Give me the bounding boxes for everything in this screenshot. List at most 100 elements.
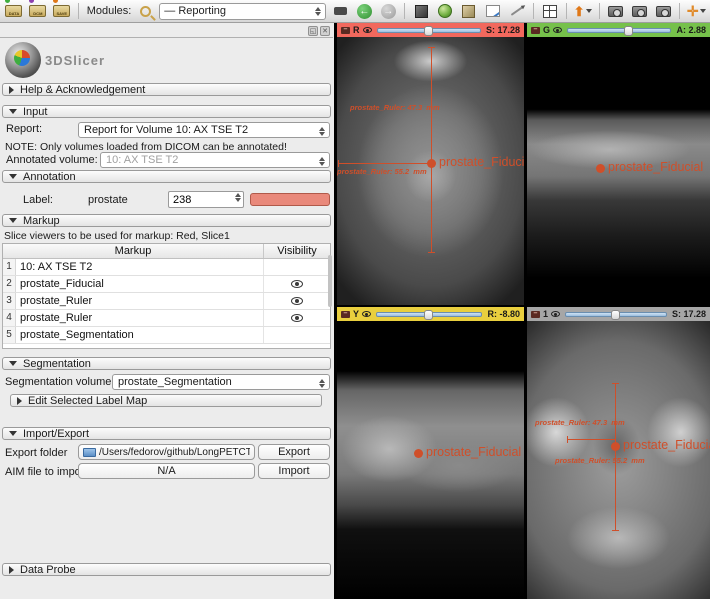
red-slice-image[interactable]: prostate_Ruler: 47.3 mm prostate_Ruler: …	[337, 37, 524, 305]
section-data-probe[interactable]: Data Probe	[2, 563, 331, 576]
annotated-volume-combobox[interactable]: 10: AX TSE T2	[100, 152, 330, 168]
screenshot-capture-icon[interactable]: ⬆	[573, 2, 593, 20]
section-annotation[interactable]: Annotation	[2, 170, 331, 183]
viewer-menu-icon[interactable]: –	[531, 310, 540, 318]
fiducial-point[interactable]	[427, 159, 436, 168]
toolbar-separator	[679, 3, 681, 19]
viewer-menu-icon[interactable]: –	[341, 26, 350, 34]
yellow-slice-image[interactable]: prostate_Fiducial	[337, 321, 524, 599]
table-row[interactable]: 4 prostate_Ruler	[3, 310, 330, 327]
label-label: Label:	[23, 194, 53, 206]
viewer-visibility-eye-icon[interactable]	[362, 27, 372, 33]
viewer-visibility-eye-icon[interactable]	[553, 27, 563, 33]
table-row[interactable]: 5 prostate_Segmentation	[3, 327, 330, 344]
slice-slider-handle[interactable]	[424, 309, 434, 320]
module-panel: ◱ ✕ 3DSlicer Help & Acknowledgement Inpu…	[0, 23, 333, 599]
section-help-acknowledgement[interactable]: Help & Acknowledgement	[2, 83, 331, 96]
chart-icon[interactable]	[483, 2, 503, 20]
slice-offset-readout: S: 17.28	[671, 309, 706, 319]
viewer-visibility-eye-icon[interactable]	[362, 311, 372, 317]
section-import-export[interactable]: Import/Export	[2, 427, 331, 440]
viewer-visibility-eye-icon[interactable]	[551, 311, 561, 317]
slice-slider[interactable]	[376, 309, 483, 320]
fiducial-point[interactable]	[611, 442, 620, 451]
fiducial-point[interactable]	[414, 449, 423, 458]
section-segmentation[interactable]: Segmentation	[2, 357, 331, 370]
module-search-icon[interactable]	[135, 2, 155, 20]
ruler-line-horizontal[interactable]	[338, 160, 431, 167]
slice-slider-handle[interactable]	[423, 25, 433, 36]
label-number-spinbox[interactable]: 238	[168, 191, 244, 208]
export-button[interactable]: Export	[258, 444, 330, 460]
slice-slider-handle[interactable]	[624, 25, 634, 36]
section-input[interactable]: Input	[2, 105, 331, 118]
main-toolbar: DATA DCM SAVE Modules: — Reporting ← → ⬆…	[0, 0, 710, 23]
edit-label-map-button[interactable]: Edit Selected Label Map	[10, 394, 322, 407]
yellow-viewer-bar: – Y R: -8.80	[337, 307, 524, 321]
import-button[interactable]: Import	[258, 463, 330, 479]
visibility-eye-icon[interactable]	[291, 280, 303, 288]
combo-arrows-icon	[318, 377, 326, 389]
slice-offset-readout: R: -8.80	[487, 309, 520, 319]
volumes-cube-icon[interactable]	[459, 2, 479, 20]
slice-slider[interactable]	[567, 25, 672, 36]
table-row[interactable]: 1 10: AX TSE T2	[3, 259, 330, 276]
collapsed-arrow-icon	[9, 565, 14, 574]
visibility-eye-icon[interactable]	[291, 314, 303, 322]
green-slice-image[interactable]: prostate_Fiducial	[527, 37, 710, 305]
close-panel-icon[interactable]: ✕	[320, 26, 330, 36]
collapsed-arrow-icon	[9, 85, 14, 94]
scene-view-restore-icon[interactable]	[653, 2, 673, 20]
expanded-arrow-icon	[9, 109, 17, 114]
fiducial-point[interactable]	[596, 164, 605, 173]
forward-icon[interactable]: →	[378, 2, 398, 20]
table-row[interactable]: 2 prostate_Fiducial	[3, 276, 330, 293]
viewer-menu-icon[interactable]: –	[531, 26, 540, 34]
slicer-logo-icon	[5, 42, 41, 78]
modules-cube-icon[interactable]	[411, 2, 431, 20]
aim-file-button[interactable]: N/A	[78, 463, 255, 479]
red-slice-viewer[interactable]: – R S: 17.28 prostate_Ruler: 47.3 mm pro…	[337, 23, 524, 305]
load-data-icon[interactable]: DATA	[4, 0, 24, 20]
ruler-line-horizontal[interactable]	[567, 436, 615, 443]
red-viewer-bar: – R S: 17.28	[337, 23, 524, 37]
section-markup[interactable]: Markup	[2, 214, 331, 227]
viewer-menu-icon[interactable]: –	[341, 310, 350, 318]
visibility-eye-icon[interactable]	[291, 297, 303, 305]
toolbar-separator	[404, 3, 406, 19]
module-selector[interactable]: — Reporting	[159, 2, 327, 20]
compare-slice-image[interactable]: prostate_Ruler: 47.3 mm prostate_Ruler: …	[527, 321, 710, 599]
toolbar-separator	[532, 3, 534, 19]
scene-view-icon[interactable]	[629, 2, 649, 20]
fiducial-label: prostate_Fiducial	[623, 438, 710, 452]
label-color-swatch[interactable]	[250, 193, 330, 206]
slice-slider[interactable]	[565, 309, 667, 320]
green-slice-viewer[interactable]: – G A: 2.88 prostate_Fiducial	[527, 23, 710, 305]
layout-grid-icon[interactable]	[540, 2, 560, 20]
annotate-pen-icon[interactable]	[507, 2, 527, 20]
compare-slice-viewer[interactable]: – 1 S: 17.28 prostate_Ruler: 47.3 mm pro…	[527, 307, 710, 599]
aim-file-label: AIM file to import	[5, 466, 88, 478]
markup-table-header: Markup Visibility	[3, 244, 330, 259]
data-sphere-icon[interactable]	[435, 2, 455, 20]
panel-scrollbar[interactable]	[328, 255, 332, 307]
back-icon[interactable]: ←	[354, 2, 374, 20]
module-history-icon[interactable]	[330, 2, 350, 20]
screen-capture-icon[interactable]	[606, 2, 626, 20]
col-markup: Markup	[3, 244, 264, 258]
slice-offset-readout: A: 2.88	[676, 25, 706, 35]
slice-slider-handle[interactable]	[610, 309, 620, 320]
yellow-slice-viewer[interactable]: – Y R: -8.80 prostate_Fiducial	[337, 307, 524, 599]
crosshair-icon[interactable]: ✛	[686, 2, 706, 20]
float-panel-icon[interactable]: ◱	[308, 26, 318, 36]
ruler-line-vertical[interactable]	[428, 47, 435, 253]
segmentation-volume-combobox[interactable]: prostate_Segmentation	[112, 374, 330, 390]
load-dicom-icon[interactable]: DCM	[28, 0, 48, 20]
combo-arrows-icon	[318, 155, 326, 167]
report-combobox[interactable]: Report for Volume 10: AX TSE T2	[78, 122, 330, 138]
slice-slider[interactable]	[376, 25, 481, 36]
markup-table: Markup Visibility 1 10: AX TSE T2 2 pros…	[2, 243, 331, 349]
export-folder-button[interactable]: /Users/fedorov/github/LongPETCT-build	[78, 444, 255, 460]
save-icon[interactable]: SAVE	[52, 0, 72, 20]
table-row[interactable]: 3 prostate_Ruler	[3, 293, 330, 310]
